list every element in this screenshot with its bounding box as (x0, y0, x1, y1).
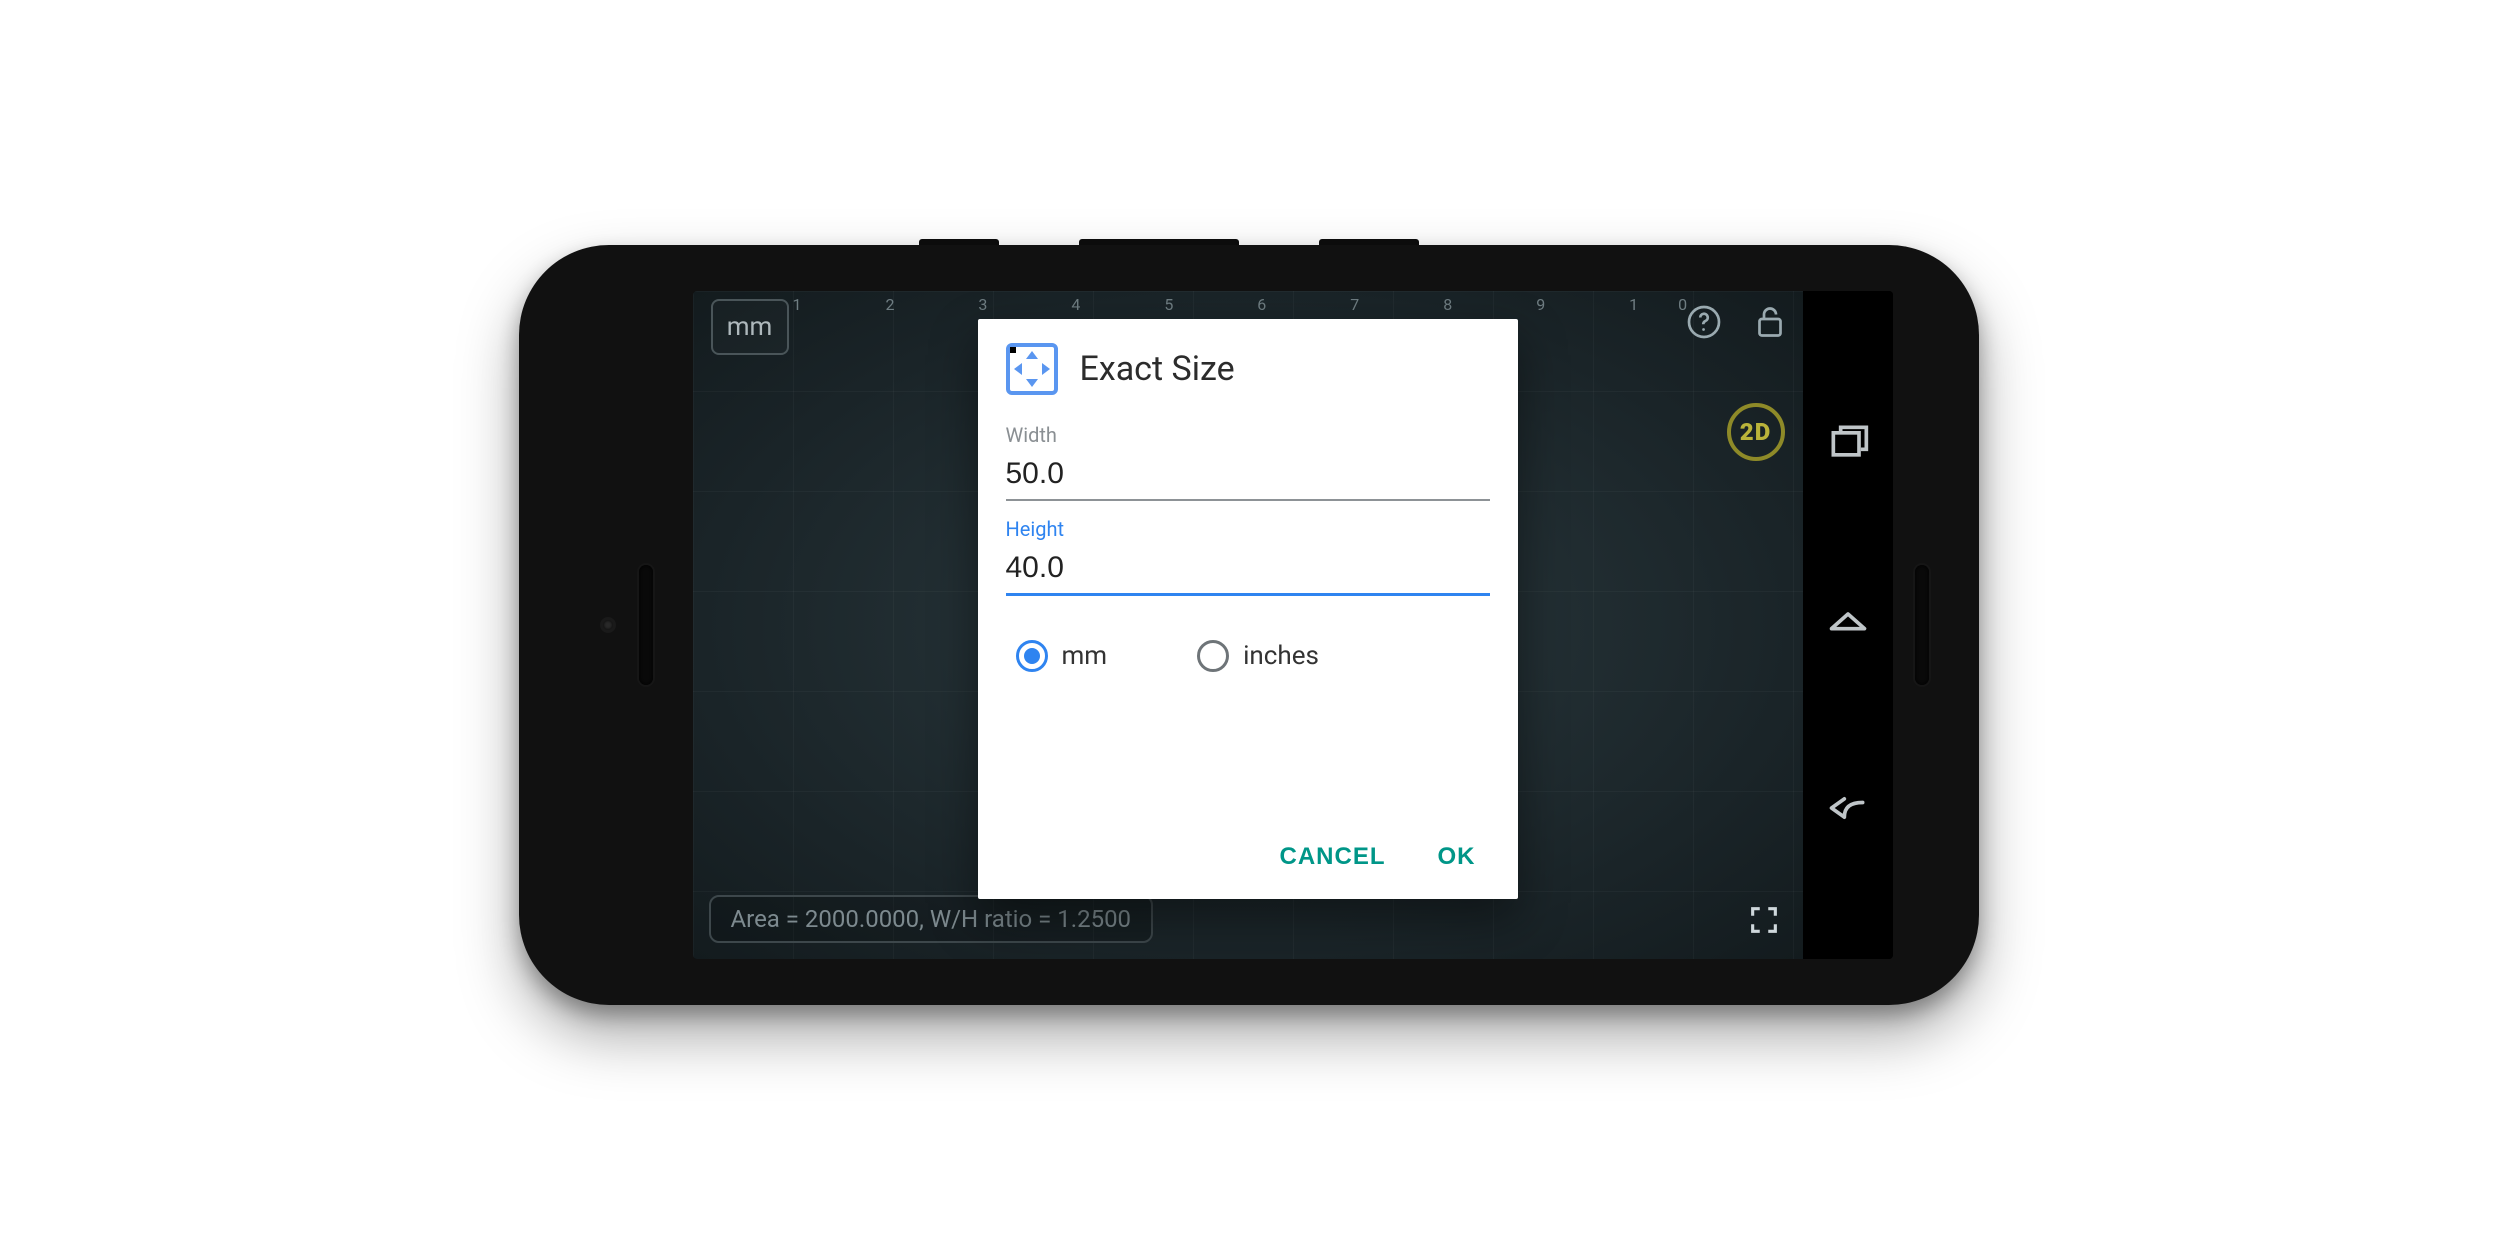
ok-button[interactable]: OK (1432, 835, 1482, 879)
app-canvas[interactable]: mm 1 2 3 4 5 6 7 8 9 10 2D Area = 2000.0… (693, 291, 1803, 959)
ruler-scale: 1 2 3 4 5 6 7 8 9 10 (793, 295, 1703, 317)
resize-icon (1006, 343, 1058, 395)
home-icon[interactable] (1823, 605, 1873, 645)
radio-checked-icon (1016, 640, 1048, 672)
back-icon[interactable] (1823, 788, 1873, 828)
unit-radio-inches[interactable]: inches (1197, 640, 1319, 672)
width-label: Width (1006, 423, 1490, 447)
mode-2d-badge[interactable]: 2D (1727, 403, 1785, 461)
speaker-grille (639, 565, 653, 685)
dialog-title: Exact Size (1080, 349, 1235, 389)
android-nav-bar (1803, 291, 1893, 959)
device-screen: mm 1 2 3 4 5 6 7 8 9 10 2D Area = 2000.0… (693, 291, 1893, 959)
exact-size-dialog: Exact Size Width Height mm (978, 319, 1518, 899)
unit-radio-mm-label: mm (1062, 641, 1108, 671)
height-input[interactable] (1006, 547, 1490, 596)
status-readout: Area = 2000.0000, W/H ratio = 1.2500 (709, 895, 1154, 943)
speaker-grille (1915, 565, 1929, 685)
radio-unchecked-icon (1197, 640, 1229, 672)
unit-toggle-chip[interactable]: mm (711, 299, 789, 355)
unit-radio-inches-label: inches (1243, 641, 1319, 671)
recent-apps-icon[interactable] (1823, 422, 1873, 462)
help-icon[interactable] (1683, 301, 1725, 343)
height-label: Height (1006, 517, 1490, 541)
cancel-button[interactable]: CANCEL (1274, 835, 1392, 879)
lock-open-icon[interactable] (1749, 301, 1791, 343)
phone-frame: mm 1 2 3 4 5 6 7 8 9 10 2D Area = 2000.0… (519, 245, 1979, 1005)
unit-radio-mm[interactable]: mm (1016, 640, 1108, 672)
fullscreen-icon[interactable] (1747, 903, 1787, 943)
width-input[interactable] (1006, 453, 1490, 501)
